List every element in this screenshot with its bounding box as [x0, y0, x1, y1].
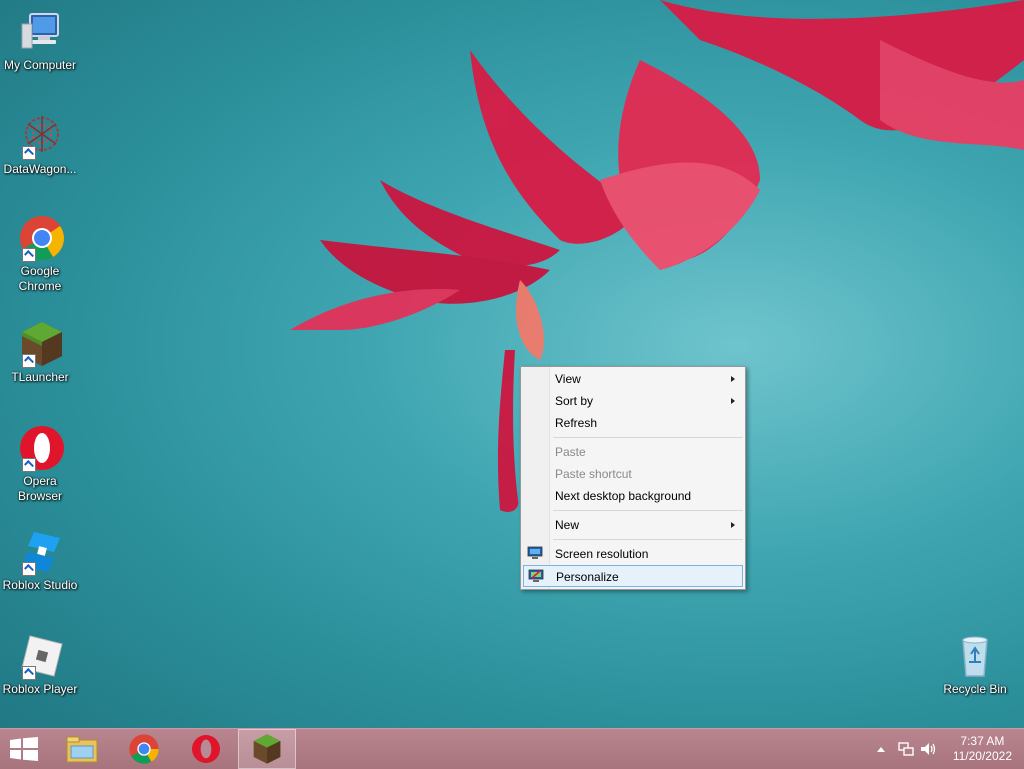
desktop-icon-label: Google Chrome [18, 264, 62, 293]
desktop-icon-roblox-player[interactable]: Roblox Player [0, 632, 80, 697]
roblox-studio-icon [16, 528, 64, 576]
roblox-player-icon [16, 632, 64, 680]
shortcut-arrow-icon [22, 248, 36, 262]
menu-item-label: Next desktop background [555, 489, 692, 503]
menu-item-screen-resolution[interactable]: Screen resolution [523, 543, 743, 565]
menu-item-label: Paste shortcut [555, 467, 632, 481]
menu-item-label: Paste [555, 445, 586, 459]
desktop-icon-my-computer[interactable]: My Computer [0, 8, 80, 73]
menu-separator [553, 510, 743, 511]
desktop-icon-google-chrome[interactable]: Google Chrome [0, 214, 80, 294]
shortcut-arrow-icon [22, 146, 36, 160]
menu-item-label: View [555, 372, 581, 386]
shortcut-arrow-icon [22, 354, 36, 368]
desktop-icon-recycle-bin[interactable]: Recycle Bin [935, 632, 1015, 697]
taskbar-opera[interactable] [178, 729, 234, 769]
desktop-icon-label: Recycle Bin [943, 682, 1007, 696]
desktop-icon-label: Roblox Studio [2, 578, 78, 592]
desktop-context-menu: View Sort by Refresh Paste Paste shortcu… [520, 366, 746, 590]
computer-icon [16, 8, 64, 56]
chrome-icon [129, 734, 159, 764]
recycle-bin-icon [951, 632, 999, 680]
taskbar-file-explorer[interactable] [54, 729, 110, 769]
start-button[interactable] [0, 729, 48, 769]
shortcut-arrow-icon [22, 562, 36, 576]
menu-separator [553, 437, 743, 438]
menu-item-label: Personalize [556, 570, 619, 584]
menu-item-new[interactable]: New [523, 514, 743, 536]
tlauncher-icon [16, 320, 64, 368]
clock-time: 7:37 AM [960, 734, 1005, 748]
menu-item-label: Sort by [555, 394, 594, 408]
system-tray [872, 729, 942, 769]
shortcut-arrow-icon [22, 666, 36, 680]
taskbar-clock[interactable]: 7:37 AM 11/20/2022 [953, 734, 1012, 764]
chrome-icon [16, 214, 64, 262]
menu-item-label: New [555, 518, 580, 532]
menu-item-label: Refresh [555, 416, 598, 430]
taskbar-chrome[interactable] [116, 729, 172, 769]
menu-item-refresh[interactable]: Refresh [523, 412, 743, 434]
menu-item-next-desktop-background[interactable]: Next desktop background [523, 485, 743, 507]
menu-item-view[interactable]: View [523, 368, 743, 390]
desktop-icon-datawagon[interactable]: DataWagon... [0, 112, 80, 177]
menu-separator [553, 539, 743, 540]
desktop-icon-tlauncher[interactable]: TLauncher [0, 320, 80, 385]
desktop-icon-label: Roblox Player [2, 682, 78, 696]
desktop-icon-roblox-studio[interactable]: Roblox Studio [0, 528, 80, 593]
desktop-icon-opera-browser[interactable]: Opera Browser [0, 424, 80, 504]
volume-icon[interactable] [920, 741, 938, 757]
submenu-arrow-icon [731, 398, 735, 404]
desktop-icon-label: Opera Browser [17, 474, 62, 503]
submenu-arrow-icon [731, 376, 735, 382]
shortcut-arrow-icon [22, 458, 36, 472]
desktop-icon-label: DataWagon... [3, 162, 77, 176]
taskbar-tlauncher[interactable] [238, 729, 296, 769]
desktop-wallpaper [290, 0, 1024, 512]
network-icon[interactable] [898, 741, 914, 757]
menu-item-paste[interactable]: Paste [523, 441, 743, 463]
taskbar: 7:37 AM 11/20/2022 [0, 728, 1024, 769]
personalize-icon [528, 569, 544, 582]
clock-date: 11/20/2022 [952, 749, 1012, 763]
submenu-arrow-icon [731, 522, 735, 528]
show-hidden-icons-icon[interactable] [876, 745, 886, 755]
menu-item-sort-by[interactable]: Sort by [523, 390, 743, 412]
display-icon [527, 546, 543, 559]
menu-item-label: Screen resolution [555, 547, 649, 561]
opera-icon [16, 424, 64, 472]
menu-item-paste-shortcut[interactable]: Paste shortcut [523, 463, 743, 485]
menu-item-personalize[interactable]: Personalize [523, 565, 743, 587]
tlauncher-icon [253, 734, 281, 764]
opera-icon [192, 735, 220, 763]
datawagon-icon [16, 112, 64, 160]
desktop-icon-label: TLauncher [11, 370, 69, 384]
file-explorer-icon [66, 736, 98, 763]
start-icon [10, 737, 38, 761]
desktop-icon-label: My Computer [3, 58, 77, 72]
